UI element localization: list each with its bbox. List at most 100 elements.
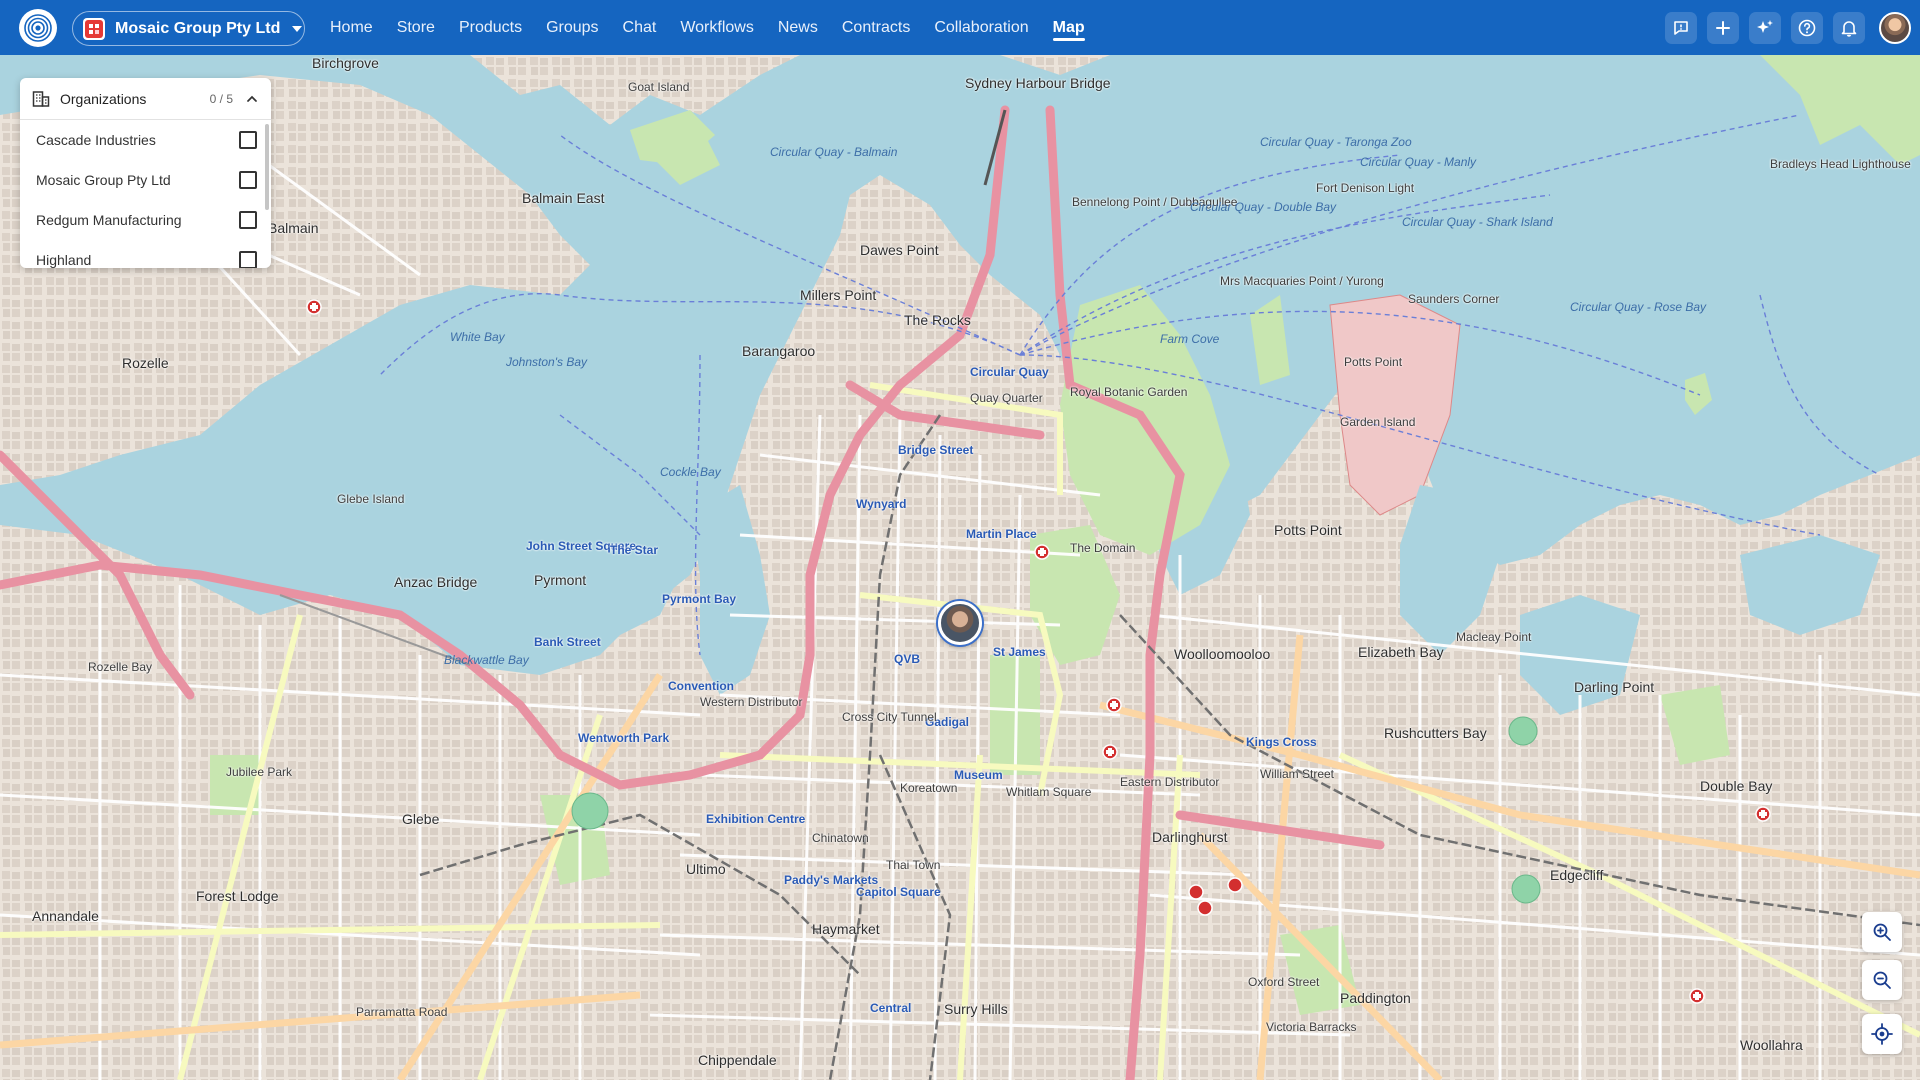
user-location-marker[interactable] [938,601,982,645]
organization-checkbox[interactable] [239,211,257,229]
map-label: Dawes Point [860,242,939,258]
nav-collaboration[interactable]: Collaboration [934,0,1028,55]
map-label: Surry Hills [944,1001,1008,1017]
organization-item[interactable]: Redgum Manufacturing [20,200,271,240]
map-label: Goat Island [628,80,690,94]
map-label: Convention [668,679,734,693]
map-label: Cockle Bay [660,465,721,479]
map-label: Capitol Square [856,885,941,899]
sparkle-icon[interactable] [1749,11,1781,44]
map-label: Balmain [268,220,319,236]
locate-button[interactable] [1862,1014,1902,1054]
ferry-route-label: Circular Quay - Taronga Zoo [1260,135,1412,149]
map-label: Johnston's Bay [506,355,588,369]
map-label: Chippendale [698,1052,777,1068]
nav-workflows[interactable]: Workflows [680,0,754,55]
map-label: Circular Quay [970,365,1049,379]
chevron-down-icon [292,25,303,32]
map-label: Oxford Street [1248,975,1320,989]
organization-item[interactable]: Cascade Industries [20,120,271,160]
nav-home[interactable]: Home [330,0,373,55]
ferry-route-label: Circular Quay - Shark Island [1402,215,1553,229]
bell-icon[interactable] [1833,11,1865,44]
map-label: Koreatown [900,781,958,795]
organizations-selected-count: 0 / 5 [209,91,233,106]
ferry-route-label: Circular Quay - Balmain [770,145,898,159]
map-label: Anzac Bridge [394,574,478,590]
map-label: Martin Place [966,527,1037,541]
map-label: Eastern Distributor [1120,775,1220,789]
organization-label: Mosaic Group Pty Ltd [36,172,171,188]
organization-checkbox[interactable] [239,171,257,189]
map-label: Wentworth Park [578,731,670,745]
ferry-route-label: Circular Quay - Rose Bay [1570,300,1707,314]
map-label: Royal Botanic Garden [1070,385,1188,399]
organization-checkbox[interactable] [239,251,257,268]
map-label: The Star [610,543,659,557]
map-label: Sydney Harbour Bridge [965,75,1111,91]
map-label: Bradleys Head Lighthouse [1770,157,1911,171]
map-label: Woollahra [1740,1037,1803,1053]
map-label: Museum [954,768,1003,782]
nav-chat[interactable]: Chat [623,0,657,55]
plus-icon[interactable] [1707,11,1739,44]
nav-map[interactable]: Map [1052,0,1085,55]
map-label: Central [870,1001,912,1015]
organizations-panel-header[interactable]: Organizations 0 / 5 [20,78,271,120]
building-icon [32,90,50,107]
map-label: The Rocks [904,312,971,328]
map-label: Ultimo [686,861,726,877]
locate-icon [1871,1023,1893,1045]
organizations-scrollbar[interactable] [265,124,269,210]
map-label: Blackwattle Bay [444,653,529,667]
organization-name: Mosaic Group Pty Ltd [115,19,281,37]
map-label: Jubilee Park [226,765,293,779]
organizations-panel-title: Organizations [60,90,147,107]
map-label: Bridge Street [898,443,974,457]
map-label: Quay Quarter [970,391,1043,405]
nav-store[interactable]: Store [397,0,435,55]
map-label: Saunders Corner [1408,292,1500,306]
map-label: Kings Cross [1246,735,1317,749]
organization-checkbox[interactable] [239,131,257,149]
map-label: Haymarket [812,921,880,937]
map-label: Thai Town [886,858,941,872]
map-label: Chinatown [812,831,869,845]
map-label: Potts Point [1344,355,1403,369]
map-label: Forest Lodge [196,888,279,904]
map-label: Rushcutters Bay [1384,725,1487,741]
organization-logo-icon [83,17,105,40]
zoom-in-button[interactable] [1862,912,1902,952]
map-label: Potts Point [1274,522,1342,538]
zoom-out-button[interactable] [1862,960,1902,1000]
user-avatar[interactable] [1879,11,1911,44]
map-label: Farm Cove [1160,332,1220,346]
map-label: Exhibition Centre [706,812,806,826]
map-label: Annandale [32,908,99,924]
feedback-icon[interactable] [1665,11,1697,44]
map-label: Parramatta Road [356,1005,448,1019]
map-label: Victoria Barracks [1266,1020,1357,1034]
map-canvas[interactable]: Sydney Harbour Bridge Birchgrove Balmain… [0,55,1920,1080]
chevron-up-icon[interactable] [245,92,259,106]
organization-item[interactable]: Mosaic Group Pty Ltd [20,160,271,200]
nav-products[interactable]: Products [459,0,522,55]
map-label: Barangaroo [742,343,816,359]
ferry-route-label: Circular Quay - Double Bay [1190,200,1337,214]
organizations-list[interactable]: Cascade Industries Mosaic Group Pty Ltd … [20,120,271,268]
organization-item[interactable]: Highland [20,240,271,268]
organization-label: Highland [36,252,92,268]
zoom-out-icon [1873,971,1891,989]
map-label: Garden Island [1340,415,1416,429]
nav-news[interactable]: News [778,0,818,55]
app-logo-icon[interactable] [19,9,57,47]
map-label: Double Bay [1700,778,1773,794]
map-label: Mrs Macquaries Point / Yurong [1220,274,1384,288]
help-icon[interactable] [1791,11,1823,44]
map-label: Millers Point [800,287,877,303]
organization-switcher[interactable]: Mosaic Group Pty Ltd [72,11,305,46]
nav-groups[interactable]: Groups [546,0,598,55]
nav-contracts[interactable]: Contracts [842,0,910,55]
map-label: Fort Denison Light [1316,181,1415,195]
map-label: Wynyard [856,497,907,511]
